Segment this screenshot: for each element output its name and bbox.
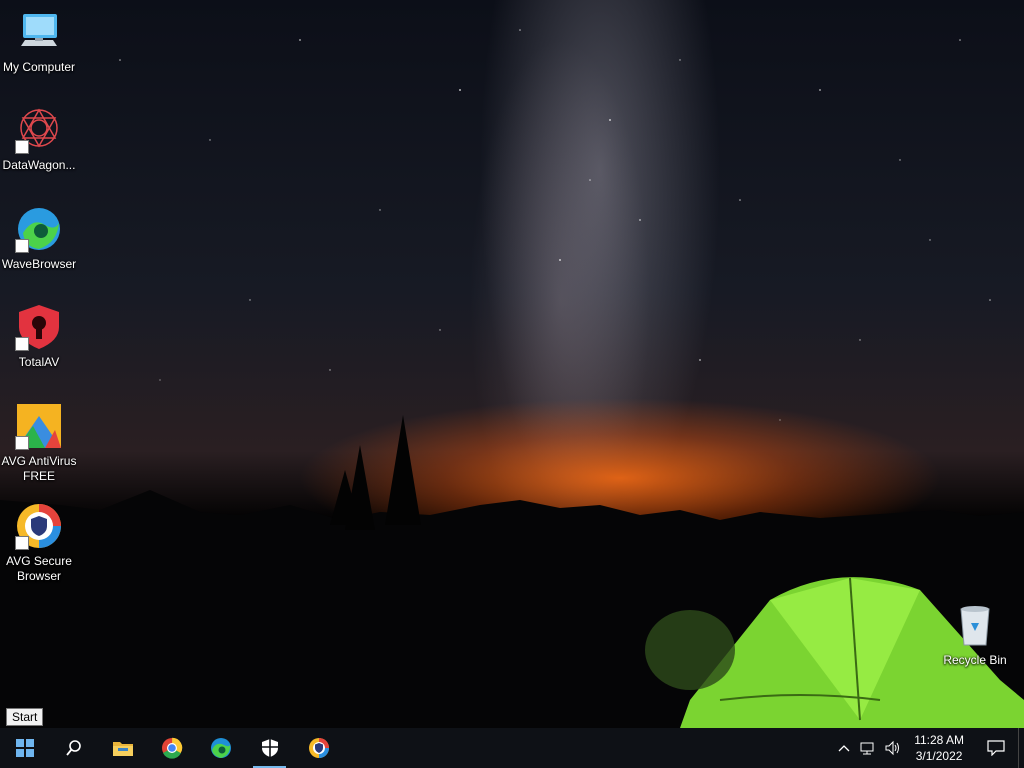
avg-secure-browser-icon bbox=[15, 502, 63, 550]
desktop-icon-wavebrowser[interactable]: WaveBrowser bbox=[1, 205, 77, 272]
shield-icon bbox=[261, 739, 278, 757]
clock-date: 3/1/2022 bbox=[915, 749, 963, 763]
shortcut-arrow-icon bbox=[15, 140, 29, 154]
taskbar: 11:28 AM 3/1/2022 bbox=[0, 728, 1024, 768]
recycle-bin-icon bbox=[951, 601, 999, 649]
edge-button[interactable] bbox=[196, 728, 245, 768]
notification-icon bbox=[987, 740, 1005, 756]
shortcut-arrow-icon bbox=[15, 239, 29, 253]
volume-button[interactable] bbox=[880, 728, 904, 768]
desktop-icon-my-computer[interactable]: My Computer bbox=[1, 8, 77, 75]
action-center-button[interactable] bbox=[974, 728, 1018, 768]
system-tray: 11:28 AM 3/1/2022 bbox=[832, 728, 1024, 768]
windows-logo-icon bbox=[15, 739, 34, 757]
volume-icon bbox=[885, 740, 900, 756]
chevron-up-icon bbox=[838, 745, 850, 752]
avg-browser-button[interactable] bbox=[294, 728, 343, 768]
desktop-icon-label: TotalAV bbox=[18, 355, 60, 369]
network-icon bbox=[860, 742, 874, 755]
glowing-bush bbox=[645, 610, 735, 690]
edge-icon bbox=[210, 738, 231, 758]
network-button[interactable] bbox=[856, 728, 880, 768]
starfield bbox=[0, 29, 1024, 728]
search-button[interactable] bbox=[49, 728, 98, 768]
desktop-icon-label: My Computer bbox=[2, 60, 76, 74]
desktop-icon-totalav[interactable]: TotalAV bbox=[1, 303, 77, 370]
desktop-icon-datawagon[interactable]: DataWagon... bbox=[1, 106, 77, 173]
totalav-icon bbox=[15, 303, 63, 351]
avg-browser-icon bbox=[308, 738, 329, 758]
chrome-icon bbox=[161, 737, 182, 759]
start-button[interactable] bbox=[0, 728, 49, 768]
pine-trees bbox=[330, 415, 421, 530]
desktop-icon-avg-secure-browser[interactable]: AVG Secure Browser bbox=[1, 502, 77, 584]
clock[interactable]: 11:28 AM 3/1/2022 bbox=[904, 732, 974, 764]
file-explorer-button[interactable] bbox=[98, 728, 147, 768]
show-desktop-button[interactable] bbox=[1018, 728, 1024, 768]
desktop-icon-label: AVG Secure Browser bbox=[6, 554, 72, 583]
avg-antivirus-icon bbox=[15, 402, 63, 450]
desktop-icon-label: AVG AntiVirus FREE bbox=[1, 454, 77, 483]
datawagon-icon bbox=[15, 106, 63, 154]
desktop-icon-label: Recycle Bin bbox=[943, 653, 1007, 667]
desktop-icon-avg-antivirus[interactable]: AVG AntiVirus FREE bbox=[1, 402, 77, 484]
desktop-icon-label: DataWagon... bbox=[2, 158, 76, 172]
folder-icon bbox=[112, 742, 133, 756]
wavebrowser-icon bbox=[15, 205, 63, 253]
chrome-button[interactable] bbox=[147, 728, 196, 768]
search-icon bbox=[65, 740, 81, 756]
show-hidden-icons-button[interactable] bbox=[832, 728, 856, 768]
clock-time: 11:28 AM bbox=[914, 733, 964, 747]
desktop-icon-recycle-bin[interactable]: Recycle Bin bbox=[937, 601, 1013, 668]
desktop-icon-label: WaveBrowser bbox=[1, 257, 77, 271]
shortcut-arrow-icon bbox=[15, 536, 29, 550]
desktop-wallpaper bbox=[0, 0, 1024, 728]
security-button[interactable] bbox=[245, 728, 294, 768]
start-tooltip: Start bbox=[6, 708, 44, 726]
shortcut-arrow-icon bbox=[15, 337, 29, 351]
shortcut-arrow-icon bbox=[15, 436, 29, 450]
computer-icon bbox=[15, 8, 63, 56]
